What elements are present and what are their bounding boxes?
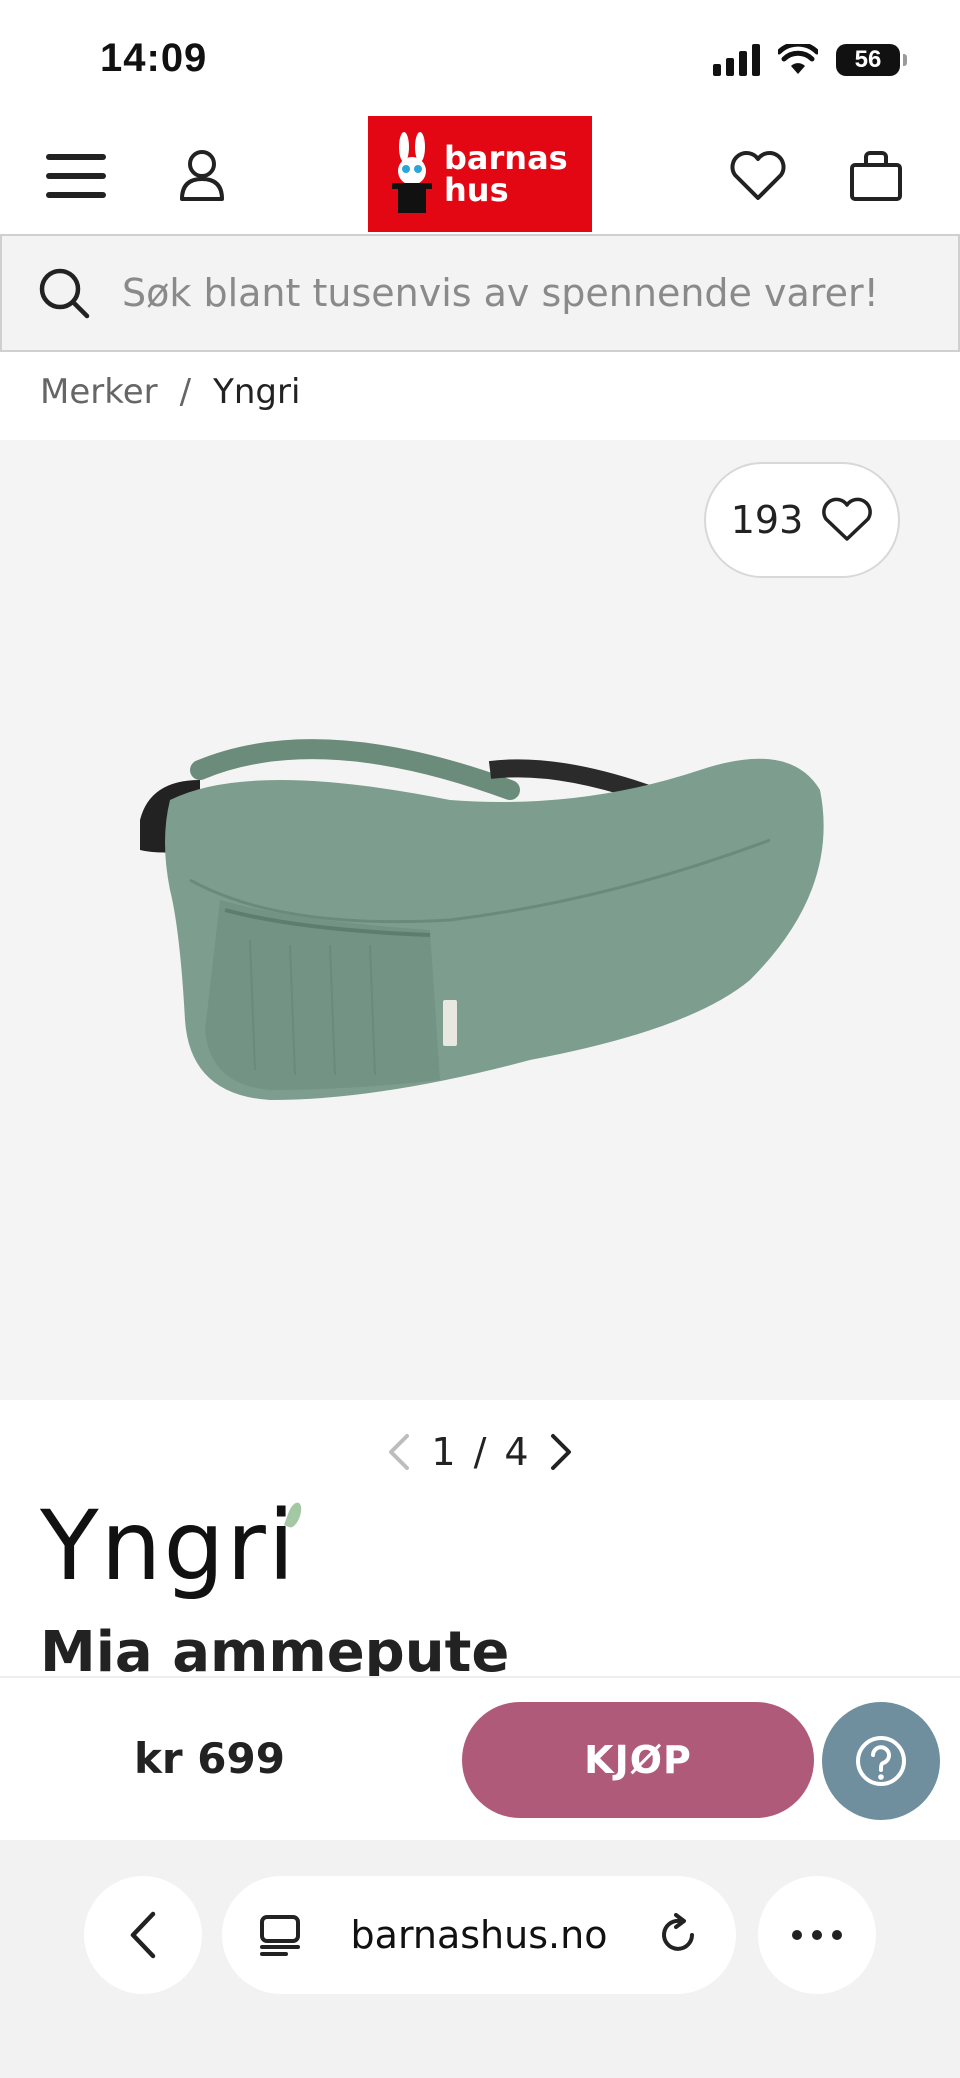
search-icon: [36, 265, 92, 321]
heart-icon: [822, 497, 873, 541]
product-gallery[interactable]: 193: [0, 440, 960, 1400]
page-menu-icon[interactable]: [258, 1913, 302, 1957]
breadcrumb-current[interactable]: Yngri: [213, 372, 300, 412]
more-icon: [792, 1930, 842, 1940]
breadcrumb-link-merker[interactable]: Merker: [40, 372, 158, 412]
cellular-signal-icon: [713, 44, 760, 76]
status-bar: 14:09 56: [0, 0, 960, 116]
chevron-left-icon: [130, 1911, 156, 1959]
product-image: [140, 739, 824, 1100]
rabbit-hat-logo-icon: [392, 132, 432, 213]
heart-icon: [730, 151, 786, 200]
product-title: Mia ammepute: [40, 1620, 510, 1676]
breadcrumb-separator: /: [179, 372, 192, 412]
menu-button[interactable]: [36, 136, 116, 216]
chevron-left-icon[interactable]: [385, 1432, 413, 1472]
pager-separator: /: [473, 1430, 487, 1474]
buy-bar: kr 699 KJØP: [0, 1676, 960, 1840]
address-bar[interactable]: barnashus.no: [222, 1876, 736, 1994]
hamburger-icon: [46, 154, 106, 198]
breadcrumb: Merker / Yngri: [40, 372, 300, 412]
browser-more-button[interactable]: [758, 1876, 876, 1994]
site-logo[interactable]: barnas hus: [368, 116, 592, 232]
question-icon: [856, 1736, 906, 1786]
site-header: barnas hus: [0, 116, 960, 232]
pager-current: 1: [431, 1430, 456, 1474]
wifi-icon: [778, 44, 818, 74]
browser-back-button[interactable]: [84, 1876, 202, 1994]
brand-logo[interactable]: Yngri: [40, 1496, 305, 1596]
user-icon: [180, 150, 224, 201]
logo-text: barnas hus: [444, 139, 568, 209]
status-icons: 56: [713, 44, 907, 76]
battery-icon: 56: [836, 44, 907, 76]
likes-count: 193: [730, 498, 804, 542]
image-pager: 1 / 4: [0, 1420, 960, 1484]
wishlist-button[interactable]: [718, 136, 798, 216]
shopping-bag-icon: [850, 151, 902, 201]
url-text: barnashus.no: [350, 1913, 608, 1957]
browser-toolbar: barnashus.no: [0, 1840, 960, 2078]
help-button[interactable]: [822, 1702, 940, 1820]
chevron-right-icon[interactable]: [547, 1432, 575, 1472]
pager-total: 4: [504, 1430, 529, 1474]
search-bar[interactable]: [0, 234, 960, 352]
buy-button[interactable]: KJØP: [462, 1702, 814, 1818]
account-button[interactable]: [162, 136, 242, 216]
price: kr 699: [134, 1734, 285, 1783]
likes-button[interactable]: 193: [704, 462, 900, 578]
search-input[interactable]: [122, 271, 902, 315]
status-time: 14:09: [100, 36, 208, 80]
reload-icon[interactable]: [656, 1913, 700, 1957]
cart-button[interactable]: [836, 136, 916, 216]
